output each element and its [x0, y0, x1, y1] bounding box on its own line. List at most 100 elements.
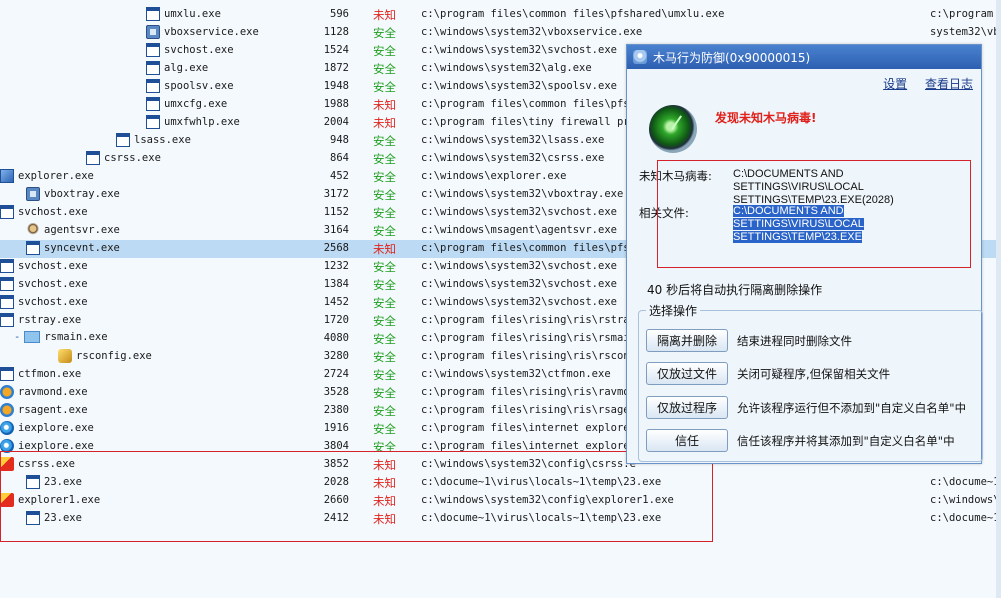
allow-program-button[interactable]: 仅放过程序 [646, 396, 728, 419]
rmain-process-icon [24, 331, 41, 343]
process-status: 安全 [373, 206, 396, 220]
process-status: 安全 [373, 260, 396, 274]
win-process-icon [146, 115, 160, 129]
process-pid: 452 [330, 170, 349, 182]
process-name-cell: - rsmain.exe [14, 331, 108, 343]
process-pid: 2568 [323, 242, 349, 254]
allow-file-button[interactable]: 仅放过文件 [646, 362, 728, 385]
process-status: 安全 [373, 350, 396, 364]
process-path: c:\windows\system32\alg.exe [421, 62, 592, 74]
view-log-link[interactable]: 查看日志 [925, 77, 973, 91]
process-path: c:\windows\system32\svchost.exe [421, 206, 617, 218]
ie-process-icon [0, 421, 14, 435]
process-path-secondary: c:\program f [930, 8, 1001, 20]
process-name-cell: svchost.exe [0, 295, 88, 309]
win-process-icon [86, 151, 100, 165]
process-status: 安全 [373, 278, 396, 292]
process-path: c:\windows\msagent\agentsvr.exe [421, 224, 617, 236]
process-path: c:\windows\system32\svchost.exe [421, 296, 617, 308]
process-pid: 3280 [323, 350, 349, 362]
vbox-process-icon [146, 25, 160, 39]
process-path-secondary: c:\docume~1\ [930, 512, 1001, 524]
process-name: vboxservice.exe [164, 26, 259, 38]
process-name-cell: svchost.exe [0, 277, 88, 291]
process-status: 未知 [373, 8, 396, 22]
process-path: c:\windows\system32\svchost.exe [421, 44, 617, 56]
allow-program-desc: 允许该程序运行但不添加到"自定义白名单"中 [737, 401, 967, 415]
win-process-icon [0, 367, 14, 381]
cfg-process-icon [58, 349, 72, 363]
quarantine-delete-button[interactable]: 隔离并删除 [646, 329, 728, 352]
process-name: umxcfg.exe [164, 98, 228, 110]
process-name-cell: spoolsv.exe [146, 79, 234, 93]
warning-text: 发现未知木马病毒! [715, 111, 817, 125]
process-name: spoolsv.exe [164, 80, 234, 92]
process-pid: 948 [330, 134, 349, 146]
process-status: 安全 [373, 152, 396, 166]
process-path: c:\windows\system32\lsass.exe [421, 134, 605, 146]
process-path: c:\program files\tiny firewall pro [421, 116, 636, 128]
process-name: alg.exe [164, 62, 209, 74]
process-path: c:\program files\common files\pfshared\u… [421, 8, 725, 20]
process-path-secondary: system32\vbo [930, 26, 1001, 38]
process-path: c:\program files\common files\pfsh [421, 98, 636, 110]
vbox-process-icon [26, 187, 40, 201]
process-name-cell: ctfmon.exe [0, 367, 81, 381]
process-pid: 864 [330, 152, 349, 164]
exp-process-icon [0, 169, 14, 183]
process-pid: 1916 [323, 422, 349, 434]
process-name: svchost.exe [164, 44, 234, 56]
table-row[interactable]: umxlu.exe 596 未知 c:\program files\common fi… [0, 6, 1001, 24]
win-process-icon [146, 7, 160, 21]
process-name-cell: umxfwhlp.exe [146, 115, 240, 129]
process-name: ctfmon.exe [18, 368, 82, 380]
process-status: 未知 [373, 98, 396, 112]
process-name-cell: iexplore.exe [0, 421, 94, 435]
win-process-icon [116, 133, 130, 147]
path-highlight-box [657, 160, 971, 268]
table-row[interactable]: vboxservice.exe 1128 安全 c:\windows\system32… [0, 24, 1001, 42]
process-path: c:\program files\common files\pfsh [421, 242, 636, 254]
process-name-cell: lsass.exe [116, 133, 191, 147]
process-name-cell: umxcfg.exe [146, 97, 227, 111]
trust-button[interactable]: 信任 [646, 429, 728, 452]
process-name: csrss.exe [104, 152, 161, 164]
settings-link[interactable]: 设置 [883, 77, 907, 91]
scrollbar[interactable] [996, 0, 1001, 598]
dialog-title-bar[interactable]: 木马行为防御(0x90000015) [627, 45, 981, 69]
process-status: 安全 [373, 368, 396, 382]
process-pid: 1452 [323, 296, 349, 308]
dialog-links: 设置 查看日志 [869, 75, 973, 92]
win-process-icon [146, 97, 160, 111]
process-name-cell: ravmond.exe [0, 385, 88, 399]
process-name: svchost.exe [18, 260, 88, 272]
process-status: 安全 [373, 224, 396, 238]
process-name-cell: explorer.exe [0, 169, 94, 183]
process-name-cell: rsagent.exe [0, 403, 88, 417]
action-group: 选择操作 隔离并删除 结束进程同时删除文件 仅放过文件 关闭可疑程序,但保留相关… [638, 302, 983, 462]
process-name-cell: vboxtray.exe [26, 187, 120, 201]
tree-collapse-toggle[interactable]: - [14, 331, 20, 343]
process-pid: 1152 [323, 206, 349, 218]
process-path: c:\program files\rising\ris\rsmain [421, 332, 636, 344]
process-name: svchost.exe [18, 278, 88, 290]
process-status: 安全 [373, 332, 396, 346]
process-path: c:\program files\rising\ris\rsconf [421, 350, 636, 362]
process-path: c:\windows\system32\vboxservice.exe [421, 26, 643, 38]
process-name: explorer.exe [18, 170, 94, 182]
process-path: c:\windows\system32\svchost.exe [421, 260, 617, 272]
process-status: 安全 [373, 170, 396, 184]
process-status: 安全 [373, 80, 396, 94]
process-name: umxfwhlp.exe [164, 116, 240, 128]
process-path: c:\windows\system32\ctfmon.exe [421, 368, 611, 380]
process-name: rstray.exe [18, 314, 82, 326]
process-name: vboxtray.exe [44, 188, 120, 200]
process-pid: 2380 [323, 404, 349, 416]
process-name: umxlu.exe [164, 8, 221, 20]
allow-file-desc: 关闭可疑程序,但保留相关文件 [737, 367, 891, 381]
process-pid: 1988 [323, 98, 349, 110]
suspicious-process-highlight [0, 451, 713, 542]
process-name: svchost.exe [18, 206, 88, 218]
process-name: agentsvr.exe [44, 224, 120, 236]
process-path: c:\program files\internet explorer [421, 422, 636, 434]
